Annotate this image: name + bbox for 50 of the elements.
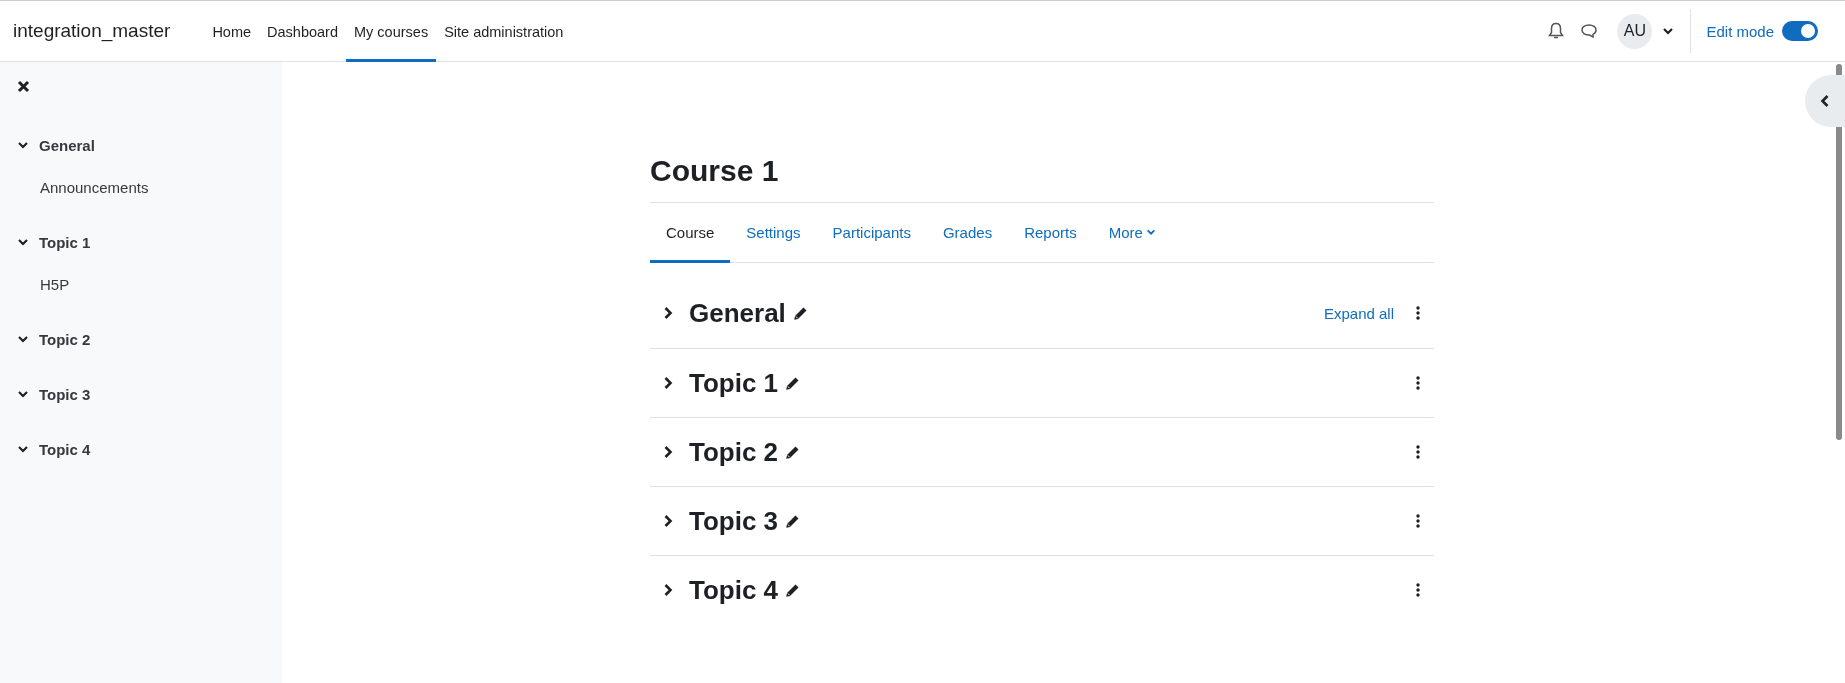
drawer-toggle-button[interactable] — [1805, 75, 1845, 127]
chevron-icon[interactable] — [17, 139, 29, 151]
close-icon[interactable] — [17, 80, 30, 93]
chevron-icon[interactable] — [17, 388, 29, 400]
section-title: Topic 1 — [689, 367, 779, 399]
pencil-icon[interactable] — [785, 582, 801, 598]
index-section-title[interactable]: Topic 3 — [39, 385, 91, 403]
course-tab[interactable]: Settings — [730, 203, 817, 263]
chat-bubble-icon[interactable] — [1580, 23, 1599, 39]
course-tab[interactable]: Reports — [1008, 203, 1093, 263]
more-options-icon[interactable] — [1416, 445, 1420, 459]
caret-icon — [1145, 227, 1156, 237]
pencil-icon[interactable] — [785, 513, 801, 529]
section-title: General — [689, 297, 786, 329]
more-options-icon[interactable] — [1416, 376, 1420, 390]
more-options-icon[interactable] — [1416, 514, 1420, 528]
pencil-icon[interactable] — [785, 375, 801, 391]
index-section-title[interactable]: Topic 2 — [39, 330, 91, 348]
section-title: Topic 2 — [689, 436, 779, 468]
chevron-icon[interactable] — [17, 443, 29, 455]
index-section-title[interactable]: Topic 4 — [39, 440, 91, 458]
section-title: Topic 4 — [689, 574, 779, 606]
edit-mode-toggle[interactable] — [1782, 21, 1818, 41]
course-tab[interactable]: Grades — [926, 203, 1009, 263]
course-tab[interactable]: Course — [650, 203, 731, 263]
nav-link[interactable]: My courses — [346, 1, 437, 62]
nav-link[interactable]: Dashboard — [259, 1, 346, 62]
course-title: Course 1 — [650, 153, 779, 189]
index-section-title[interactable]: Topic 1 — [39, 233, 91, 251]
caret-icon — [1662, 25, 1675, 37]
expand-all-link[interactable]: Expand all — [1323, 304, 1394, 322]
index-activity-link[interactable]: Announcements — [40, 178, 149, 196]
index-activity-link[interactable]: H5P — [40, 275, 70, 293]
chevron-icon[interactable] — [17, 236, 29, 248]
more-options-icon[interactable] — [1416, 583, 1420, 597]
more-options-icon[interactable] — [1416, 306, 1420, 320]
section-title: Topic 3 — [689, 505, 779, 537]
site-name[interactable]: integration_master — [13, 20, 171, 42]
chevron-left-icon — [1819, 94, 1831, 108]
index-section-title[interactable]: General — [39, 136, 95, 154]
pencil-icon[interactable] — [792, 305, 808, 321]
bell-icon[interactable] — [1548, 22, 1565, 40]
user-avatar[interactable]: AU — [1617, 13, 1653, 49]
more-menu-tab[interactable]: More — [1092, 203, 1172, 263]
nav-link[interactable]: Site administration — [436, 1, 572, 62]
course-tab[interactable]: Participants — [816, 203, 927, 263]
edit-mode-label: Edit mode — [1706, 22, 1774, 40]
chevron-icon[interactable] — [17, 333, 29, 345]
pencil-icon[interactable] — [785, 444, 801, 460]
nav-link[interactable]: Home — [204, 1, 260, 62]
